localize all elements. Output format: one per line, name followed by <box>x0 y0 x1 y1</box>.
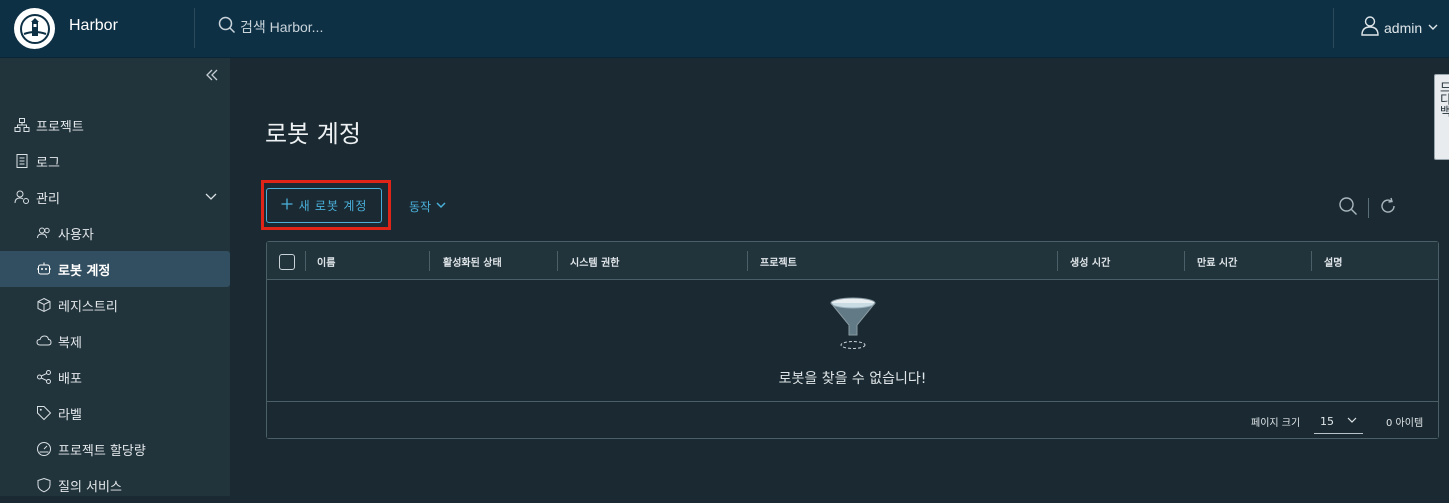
sidebar-item-distributions[interactable]: 배포 <box>0 359 230 395</box>
shield-icon <box>36 477 52 493</box>
sidebar-item-label: 레지스트리 <box>58 299 118 315</box>
page-size-value: 15 <box>1320 415 1334 428</box>
column-divider <box>1057 251 1058 271</box>
sidebar-item-robot-accounts[interactable]: 로봇 계정 <box>0 251 230 287</box>
gauge-icon <box>36 441 52 457</box>
chevron-down-icon <box>1347 415 1357 428</box>
sidebar-item-registries[interactable]: 레지스트리 <box>0 287 230 323</box>
sidebar-item-label: 복제 <box>58 335 82 351</box>
search-input[interactable]: 검색 Harbor... <box>240 17 323 37</box>
column-header-description[interactable]: 설명 <box>1324 242 1342 280</box>
new-robot-account-label: 새 로봇 계정 <box>298 199 368 213</box>
logs-icon <box>14 153 30 169</box>
sidebar-item-users[interactable]: 사용자 <box>0 215 230 251</box>
users-icon <box>36 225 52 241</box>
top-header: Harbor 검색 Harbor... admin <box>0 0 1449 58</box>
column-header-expiration-time[interactable]: 만료 시간 <box>1197 242 1237 280</box>
page-title: 로봇 계정 <box>265 120 361 148</box>
select-all-checkbox[interactable] <box>279 254 295 270</box>
cube-icon <box>36 297 52 313</box>
main-content: 로봇 계정 새 로봇 계정 동작 이름 활성화된 상태 시스템 권한 프로젝트 … <box>230 58 1449 496</box>
sidebar-item-interrogation-services[interactable]: 질의 서비스 <box>0 467 230 503</box>
sidebar-item-label: 프로젝트 할당량 <box>58 443 146 459</box>
sidebar-item-label: 사용자 <box>58 227 94 243</box>
collapse-sidebar-icon[interactable] <box>204 67 220 87</box>
column-header-projects[interactable]: 프로젝트 <box>760 242 797 280</box>
admin-gear-icon <box>14 189 30 205</box>
refresh-icon[interactable] <box>1379 197 1397 219</box>
username: admin <box>1384 20 1423 36</box>
sidebar-item-projects[interactable]: 프로젝트 <box>0 107 230 143</box>
sidebar-item-labels[interactable]: 라벨 <box>0 395 230 431</box>
column-header-system-permissions[interactable]: 시스템 권한 <box>570 242 619 280</box>
header-divider <box>194 8 195 48</box>
sidebar-item-label: 질의 서비스 <box>58 479 122 495</box>
page-size-label: 페이지 크기 <box>1251 418 1301 429</box>
empty-filter-funnel-icon <box>829 295 877 355</box>
harbor-logo-icon[interactable] <box>14 8 55 49</box>
item-count: 0 아이템 <box>1386 418 1424 429</box>
sidebar: 프로젝트 로그 관리 사용자 로봇 계정 레지스트리 복제 배포 라벨 프로젝트… <box>0 58 230 496</box>
column-divider <box>1311 251 1312 271</box>
sidebar-item-label: 관리 <box>36 191 60 207</box>
action-label: 동작 <box>409 200 432 214</box>
grid-empty-placeholder: 로봇을 찾을 수 없습니다! <box>267 281 1438 401</box>
column-header-enabled[interactable]: 활성화된 상태 <box>443 242 502 280</box>
column-divider <box>1184 251 1185 271</box>
header-divider-right <box>1333 8 1334 48</box>
sidebar-item-replications[interactable]: 복제 <box>0 323 230 359</box>
column-divider <box>747 251 748 271</box>
sidebar-item-project-quotas[interactable]: 프로젝트 할당량 <box>0 431 230 467</box>
chevron-down-icon <box>435 199 447 214</box>
search-icon[interactable] <box>1338 196 1358 220</box>
action-dropdown-button[interactable]: 동작 <box>409 198 447 215</box>
sidebar-item-label: 프로젝트 <box>36 119 84 135</box>
grid-toolbar <box>1338 196 1397 220</box>
column-header-name[interactable]: 이름 <box>317 242 335 280</box>
column-divider <box>557 251 558 271</box>
feedback-side-tab[interactable]: 드디백 <box>1434 74 1449 160</box>
toolbar-divider <box>1368 198 1369 218</box>
sidebar-item-logs[interactable]: 로그 <box>0 143 230 179</box>
tag-icon <box>36 405 52 421</box>
column-divider <box>429 251 430 271</box>
robot-accounts-grid: 이름 활성화된 상태 시스템 권한 프로젝트 생성 시간 만료 시간 설명 로봇 <box>266 241 1439 439</box>
user-icon <box>1360 15 1380 41</box>
app-brand[interactable]: Harbor <box>69 17 118 35</box>
share-icon <box>36 369 52 385</box>
chevron-down-icon <box>204 190 218 208</box>
grid-header: 이름 활성화된 상태 시스템 권한 프로젝트 생성 시간 만료 시간 설명 <box>267 242 1438 280</box>
feedback-tab-label: 드디백 <box>1438 81 1449 117</box>
sidebar-item-label: 라벨 <box>58 407 82 423</box>
column-divider <box>305 251 306 271</box>
cloud-sync-icon <box>36 333 52 349</box>
sidebar-item-label: 로그 <box>36 155 60 171</box>
sidebar-item-label: 로봇 계정 <box>58 263 111 279</box>
global-search[interactable]: 검색 Harbor... <box>218 16 323 38</box>
empty-message: 로봇을 찾을 수 없습니다! <box>778 371 927 387</box>
projects-icon <box>14 117 30 133</box>
column-header-creation-time[interactable]: 생성 시간 <box>1070 242 1110 280</box>
new-robot-account-button[interactable]: 새 로봇 계정 <box>266 188 382 223</box>
user-menu[interactable]: admin <box>1360 15 1440 41</box>
sidebar-item-label: 배포 <box>58 371 82 387</box>
search-icon <box>218 16 236 38</box>
grid-footer: 페이지 크기 15 0 아이템 <box>267 401 1438 438</box>
chevron-down-icon <box>1426 19 1440 38</box>
sidebar-item-administration[interactable]: 관리 <box>0 179 230 215</box>
plus-icon <box>281 198 293 213</box>
page-size-select[interactable]: 15 <box>1314 410 1363 434</box>
robot-icon <box>36 261 52 277</box>
